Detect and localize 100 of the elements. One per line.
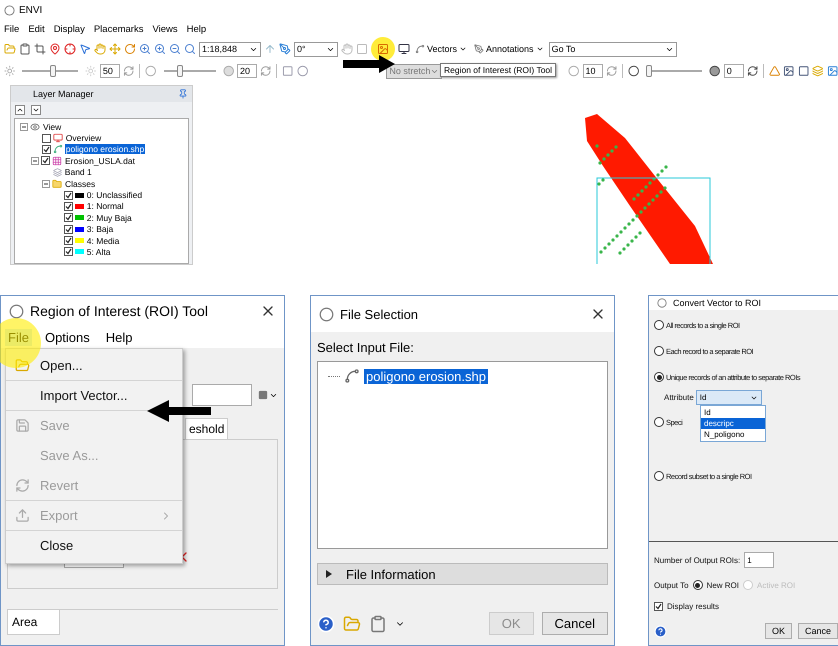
tree-item[interactable]: 2: Muy Baja bbox=[86, 212, 133, 223]
checkbox[interactable] bbox=[64, 202, 73, 211]
checkbox[interactable] bbox=[64, 190, 73, 200]
cursor-highlight bbox=[0, 318, 41, 368]
circle-icon[interactable] bbox=[296, 65, 308, 77]
slider-thumb[interactable] bbox=[177, 65, 184, 77]
zoom-in-icon[interactable] bbox=[154, 43, 166, 55]
menu-item[interactable]: File bbox=[4, 24, 20, 34]
checkbox[interactable] bbox=[64, 213, 73, 222]
tab[interactable]: Area bbox=[7, 610, 60, 635]
collapse-icon[interactable] bbox=[42, 180, 50, 188]
transparency-icon[interactable] bbox=[628, 65, 640, 77]
tree-item[interactable]: 3: Baja bbox=[86, 224, 114, 234]
zoom-fit-icon[interactable] bbox=[184, 43, 196, 55]
tree-item[interactable]: Classes bbox=[64, 178, 96, 189]
checkbox[interactable] bbox=[41, 156, 50, 166]
list-item[interactable]: poligono erosion.shp bbox=[364, 368, 488, 384]
clipboard-icon[interactable] bbox=[369, 614, 387, 632]
checkbox[interactable] bbox=[64, 224, 73, 234]
brightness-field[interactable]: 50 bbox=[100, 64, 120, 78]
brightness-icon[interactable] bbox=[4, 65, 16, 77]
color-picker-button[interactable] bbox=[258, 390, 278, 400]
attribute-dropdown[interactable]: Id bbox=[696, 390, 762, 405]
radio-button[interactable] bbox=[654, 346, 664, 356]
checkbox[interactable] bbox=[64, 247, 73, 256]
window-title: Convert Vector to ROI bbox=[673, 298, 762, 308]
tree-item[interactable]: 4: Media bbox=[86, 236, 120, 246]
go-to-dropdown[interactable]: Go To bbox=[548, 42, 677, 56]
checkbox[interactable] bbox=[42, 144, 51, 154]
transparency-field[interactable]: 0 bbox=[724, 64, 744, 78]
menu-item[interactable]: Close bbox=[6, 531, 182, 561]
menu-item[interactable]: Display bbox=[54, 24, 85, 34]
file-information-expander[interactable]: File Information bbox=[317, 563, 608, 585]
sharpen-field[interactable]: 10 bbox=[582, 64, 603, 78]
tree-item[interactable]: poligono erosion.shp bbox=[64, 144, 146, 154]
pin-icon[interactable] bbox=[178, 89, 188, 99]
rotation-dropdown[interactable]: 0° bbox=[294, 42, 338, 56]
tree-item[interactable]: Band 1 bbox=[64, 167, 93, 178]
map-pin-icon[interactable] bbox=[49, 43, 61, 55]
tab[interactable]: eshold bbox=[185, 418, 228, 439]
menu-item[interactable]: Options bbox=[42, 328, 93, 346]
move-down-button[interactable] bbox=[31, 105, 41, 115]
pen-icon[interactable] bbox=[279, 43, 291, 55]
hand-icon[interactable] bbox=[94, 43, 106, 55]
move-up-button[interactable] bbox=[15, 105, 25, 115]
annotations-menu-button[interactable]: Annotations bbox=[472, 44, 546, 54]
menu-item[interactable]: Help bbox=[102, 328, 136, 346]
slider-thumb[interactable] bbox=[50, 65, 56, 77]
menu-item[interactable]: Views bbox=[152, 24, 178, 34]
dialog-button[interactable]: OK bbox=[764, 623, 792, 639]
vectors-menu-button[interactable]: Vectors bbox=[413, 44, 470, 54]
contrast-icon[interactable] bbox=[222, 65, 234, 77]
clipboard-icon[interactable] bbox=[19, 43, 31, 55]
tree-item[interactable]: 0: Unclassified bbox=[86, 190, 144, 200]
crop-icon[interactable] bbox=[34, 43, 46, 55]
help-icon[interactable] bbox=[654, 624, 667, 638]
tree-item[interactable]: View bbox=[42, 122, 62, 132]
image-icon[interactable] bbox=[783, 65, 795, 77]
image-icon[interactable] bbox=[826, 65, 838, 77]
radio-button[interactable] bbox=[654, 417, 664, 427]
checkbox[interactable] bbox=[654, 602, 663, 611]
roi-tool-icon[interactable] bbox=[377, 43, 389, 55]
monitor-icon[interactable] bbox=[398, 43, 410, 55]
zoom-in-icon[interactable] bbox=[139, 43, 151, 55]
crosshair-icon[interactable] bbox=[64, 43, 76, 55]
roi-name-field[interactable] bbox=[192, 384, 252, 406]
square-icon[interactable] bbox=[798, 65, 810, 77]
tree-item[interactable]: Overview bbox=[64, 133, 102, 144]
dialog-button[interactable]: Cance bbox=[798, 623, 838, 639]
collapse-icon[interactable] bbox=[31, 156, 39, 165]
contrast-icon[interactable] bbox=[145, 65, 157, 77]
radio-button[interactable] bbox=[654, 471, 664, 481]
tree-item[interactable]: 1: Normal bbox=[86, 201, 125, 212]
circle-icon[interactable] bbox=[568, 65, 580, 77]
menu-item[interactable]: Open... bbox=[6, 351, 182, 381]
help-icon[interactable] bbox=[317, 614, 335, 632]
radio-button[interactable] bbox=[692, 580, 703, 590]
checkbox[interactable] bbox=[42, 134, 51, 143]
rotate-icon[interactable] bbox=[124, 43, 136, 55]
transparency-icon[interactable] bbox=[709, 65, 721, 77]
pointer-icon[interactable] bbox=[79, 43, 91, 55]
contrast-field[interactable]: 20 bbox=[236, 64, 257, 78]
radio-button[interactable] bbox=[654, 320, 664, 330]
list-option[interactable]: descripc bbox=[701, 418, 765, 429]
scale-dropdown[interactable]: 1:18,848 bbox=[199, 42, 261, 56]
output-count-field[interactable]: 1 bbox=[744, 552, 774, 568]
tree-item[interactable]: Erosion_USLA.dat bbox=[64, 156, 136, 166]
menu-item[interactable]: Placemarks bbox=[94, 24, 144, 34]
menu-item[interactable]: Help bbox=[186, 24, 206, 34]
slider-thumb[interactable] bbox=[646, 65, 652, 77]
menu-item[interactable]: Edit bbox=[28, 24, 45, 34]
refresh-icon[interactable] bbox=[746, 65, 758, 77]
tree-item[interactable]: 5: Alta bbox=[86, 246, 112, 257]
zoom-out-icon[interactable] bbox=[169, 43, 181, 55]
dialog-button[interactable]: Cancel bbox=[542, 612, 608, 635]
rectangle-icon[interactable] bbox=[282, 65, 294, 77]
radio-button[interactable] bbox=[654, 372, 664, 382]
collapse-icon[interactable] bbox=[20, 122, 28, 131]
move-icon[interactable] bbox=[109, 43, 121, 55]
checkbox[interactable] bbox=[64, 236, 73, 246]
